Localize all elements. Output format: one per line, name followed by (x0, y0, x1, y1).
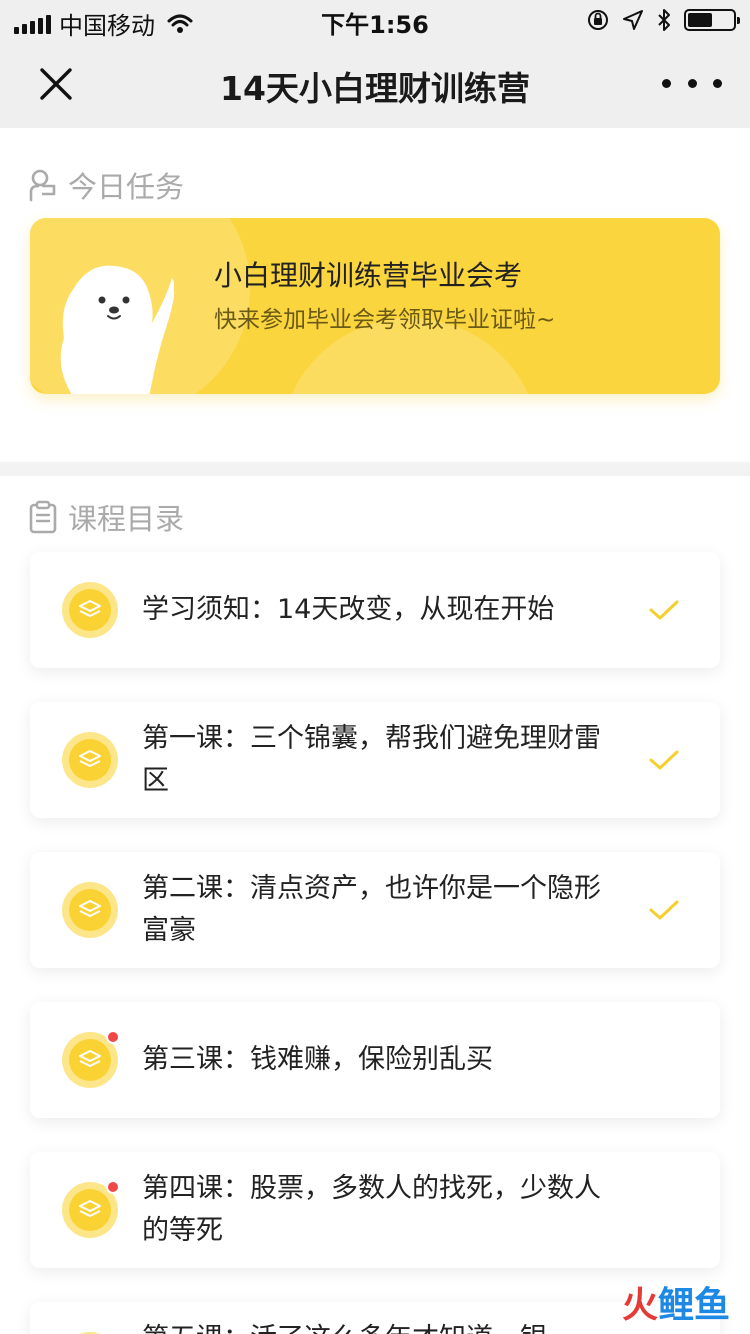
banner-title: 小白理财训练营毕业会考 (214, 259, 523, 292)
lesson-card[interactable]: 第四课：股票，多数人的找死，少数人的等死 (30, 1152, 720, 1268)
today-task-section: 今日任务 小白理财训练营毕业会考 快来参加毕业会考领取毕业证啦~ (0, 128, 750, 462)
lesson-card[interactable]: 第五课：活了这么多年才知道，银 (30, 1302, 720, 1334)
layers-icon (79, 1200, 101, 1217)
clipboard-icon (29, 500, 57, 534)
watermark-text: 鲤鱼 (657, 1285, 730, 1326)
status-bar: 中国移动 下午1:56 (0, 0, 750, 40)
battery-fill (688, 13, 713, 27)
new-badge-dot (106, 1180, 120, 1194)
lesson-title: 第五课：活了这么多年才知道，银 (142, 1318, 612, 1334)
course-list-label: 课程目录 (68, 502, 185, 536)
more-dot-icon (687, 78, 697, 88)
bluetooth-icon (658, 9, 670, 31)
lesson-card[interactable]: 学习须知：14天改变，从现在开始 (30, 552, 720, 668)
course-list-header: 课程目录 (28, 496, 184, 538)
seal-mascot-icon (60, 265, 174, 394)
page-title: 14天小白理财训练营 (220, 69, 530, 108)
lesson-icon (62, 732, 118, 788)
location-icon (623, 10, 643, 30)
lesson-icon (62, 1180, 120, 1238)
check-icon (649, 600, 679, 620)
lesson-card[interactable]: 第二课：清点资产，也许你是一个隐形富豪 (30, 852, 720, 968)
lesson-card[interactable]: 第一课：三个锦囊，帮我们避免理财雷区 (30, 702, 720, 818)
watermark-logo: 火鲤鱼 (622, 1276, 730, 1328)
battery-icon (684, 9, 740, 31)
check-icon (649, 750, 679, 770)
new-badge-dot (106, 1030, 120, 1044)
layers-icon (79, 750, 101, 767)
lesson-title: 第一课：三个锦囊，帮我们避免理财雷区 (142, 723, 601, 796)
lesson-title: 第四课：股票，多数人的找死，少数人的等死 (142, 1173, 601, 1246)
task-flag-icon (29, 169, 56, 202)
lesson-icon (62, 582, 118, 638)
orientation-lock-icon (588, 10, 608, 30)
status-right (586, 8, 740, 32)
graduation-exam-banner[interactable]: 小白理财训练营毕业会考 快来参加毕业会考领取毕业证啦~ (30, 218, 720, 394)
layers-icon (79, 600, 101, 617)
today-task-header: 今日任务 (28, 164, 184, 206)
banner-subtitle: 快来参加毕业会考领取毕业证啦~ (214, 307, 556, 333)
today-task-label: 今日任务 (68, 170, 185, 204)
nav-bar: 14天小白理财训练营 (0, 40, 750, 128)
lesson-card[interactable]: 第三课：钱难赚，保险别乱买 (30, 1002, 720, 1118)
check-icon (649, 900, 679, 920)
more-dot-icon (662, 78, 671, 88)
lesson-title: 第三课：钱难赚，保险别乱买 (142, 1044, 493, 1075)
lesson-icon (62, 1030, 120, 1088)
more-button[interactable] (662, 66, 722, 100)
layers-icon (79, 900, 101, 917)
watermark-text: 火 (621, 1285, 658, 1326)
lesson-title: 第二课：清点资产，也许你是一个隐形富豪 (142, 873, 601, 946)
more-dot-icon (713, 78, 722, 88)
layers-icon (79, 1050, 101, 1067)
lesson-icon (62, 882, 118, 938)
lesson-title: 学习须知：14天改变，从现在开始 (142, 594, 555, 625)
